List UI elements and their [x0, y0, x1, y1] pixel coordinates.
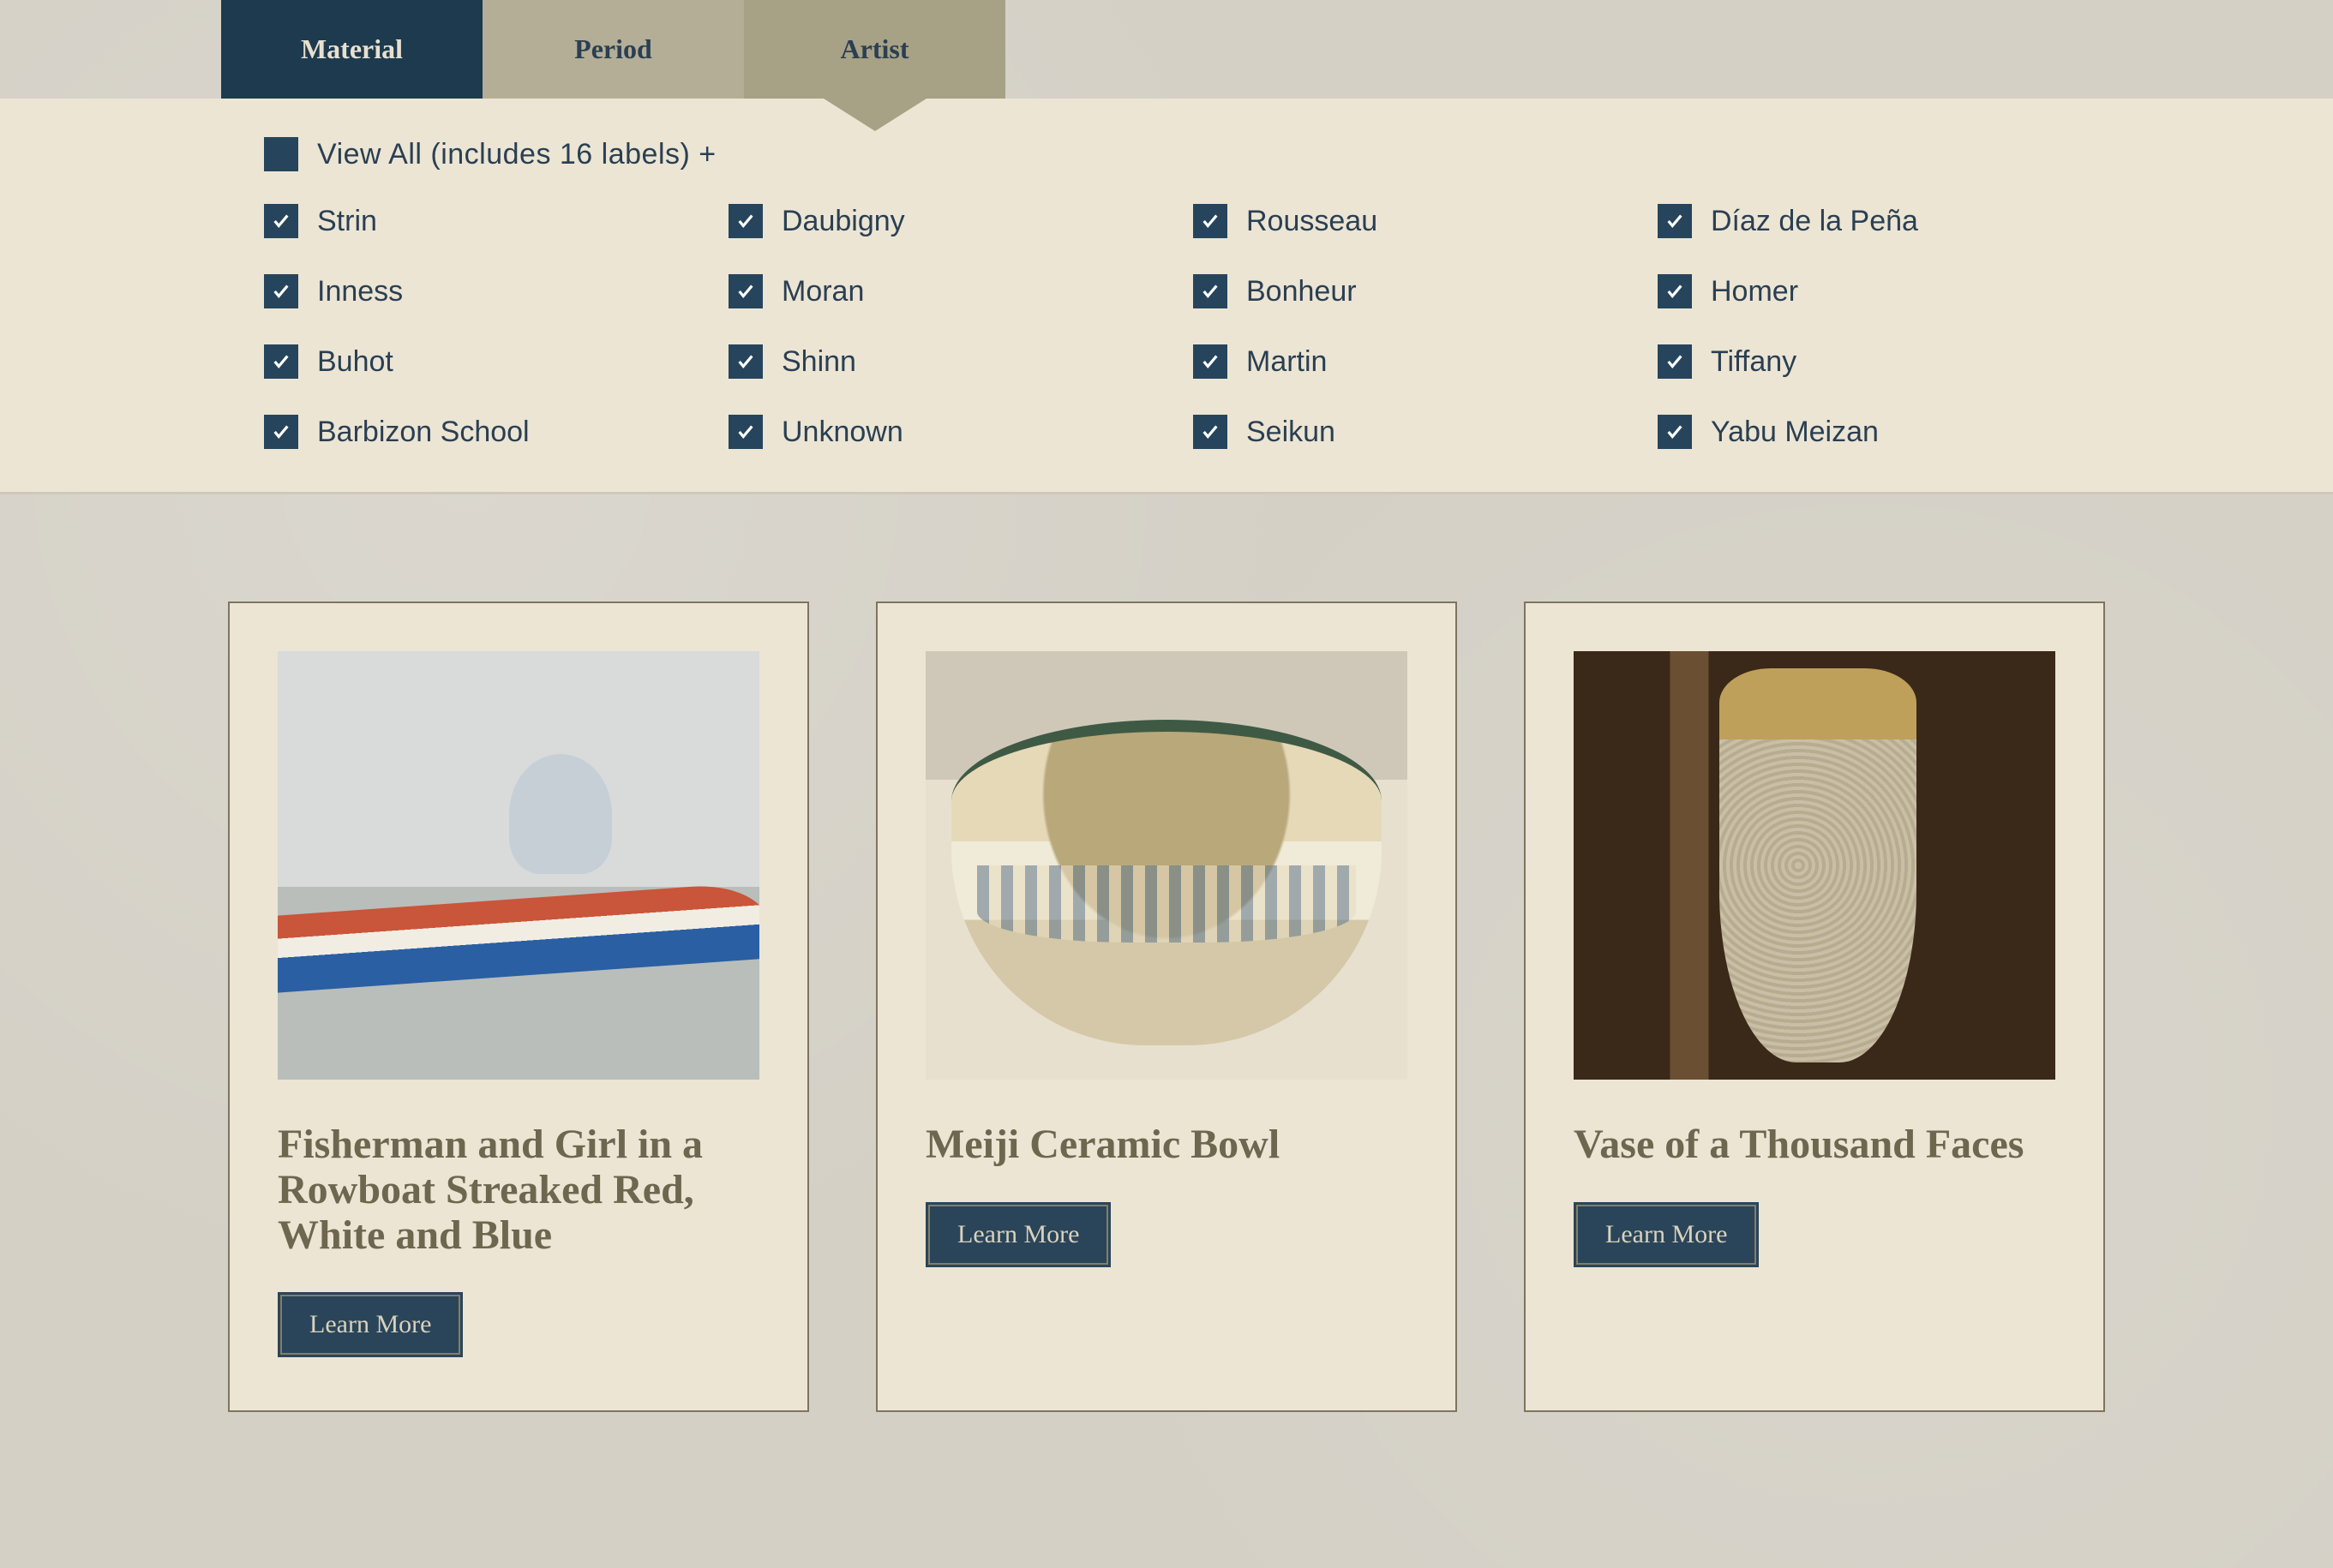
filter-item[interactable]: Strin: [264, 204, 694, 238]
filter-checkbox[interactable]: [264, 274, 298, 308]
filter-label: Barbizon School: [317, 416, 530, 449]
filter-checkbox[interactable]: [1193, 274, 1227, 308]
filter-item[interactable]: Unknown: [729, 415, 1159, 449]
filter-checkbox[interactable]: [1658, 274, 1692, 308]
filter-panel: View All (includes 16 labels) + Strin Dau…: [0, 99, 2333, 494]
filter-item[interactable]: Tiffany: [1658, 344, 2088, 379]
filter-tabs: Material Period Artist: [0, 0, 2333, 99]
collection-card: Meiji Ceramic Bowl Learn More: [876, 601, 1457, 1412]
button-label: Learn More: [957, 1220, 1079, 1249]
button-label: Learn More: [1605, 1220, 1727, 1249]
filter-label: Martin: [1246, 345, 1327, 379]
collection-card: Fisherman and Girl in a Rowboat Streaked…: [228, 601, 809, 1412]
filter-checkbox[interactable]: [264, 344, 298, 379]
cards-grid: Fisherman and Girl in a Rowboat Streaked…: [0, 494, 2333, 1412]
learn-more-button[interactable]: Learn More: [926, 1202, 1111, 1267]
learn-more-button[interactable]: Learn More: [1574, 1202, 1759, 1267]
filter-grid: Strin Daubigny Rousseau Díaz de la Peña Inne…: [264, 204, 2088, 449]
filter-checkbox[interactable]: [1658, 204, 1692, 238]
button-label: Learn More: [309, 1310, 431, 1339]
filter-label: Rousseau: [1246, 205, 1377, 238]
filter-checkbox[interactable]: [1193, 415, 1227, 449]
filter-item[interactable]: Rousseau: [1193, 204, 1623, 238]
filter-label: Buhot: [317, 345, 393, 379]
filter-label: Homer: [1711, 275, 1798, 308]
filter-item[interactable]: Díaz de la Peña: [1658, 204, 2088, 238]
filter-item[interactable]: Homer: [1658, 274, 2088, 308]
filter-label: Inness: [317, 275, 403, 308]
filter-label: Seikun: [1246, 416, 1335, 449]
filter-label: Strin: [317, 205, 377, 238]
filter-checkbox[interactable]: [729, 415, 763, 449]
filter-checkbox[interactable]: [1658, 415, 1692, 449]
filter-item[interactable]: Buhot: [264, 344, 694, 379]
filter-checkbox[interactable]: [1193, 204, 1227, 238]
view-all-checkbox[interactable]: [264, 137, 298, 171]
view-all-label: View All (includes 16 labels) +: [317, 138, 717, 171]
filter-label: Tiffany: [1711, 345, 1796, 379]
tab-period[interactable]: Period: [483, 0, 744, 99]
filter-item[interactable]: Daubigny: [729, 204, 1159, 238]
filter-label: Yabu Meizan: [1711, 416, 1879, 449]
filter-checkbox[interactable]: [729, 344, 763, 379]
card-image[interactable]: [926, 651, 1407, 1080]
tab-label: Artist: [841, 33, 909, 65]
filter-label: Daubigny: [782, 205, 905, 238]
filter-item[interactable]: Shinn: [729, 344, 1159, 379]
filter-checkbox[interactable]: [264, 415, 298, 449]
card-image[interactable]: [1574, 651, 2055, 1080]
filter-checkbox[interactable]: [264, 204, 298, 238]
filter-item[interactable]: Seikun: [1193, 415, 1623, 449]
learn-more-button[interactable]: Learn More: [278, 1292, 463, 1357]
tab-label: Material: [301, 33, 403, 65]
filter-label: Moran: [782, 275, 864, 308]
filter-checkbox[interactable]: [1658, 344, 1692, 379]
card-title: Meiji Ceramic Bowl: [926, 1122, 1407, 1168]
card-image[interactable]: [278, 651, 759, 1080]
tab-material[interactable]: Material: [221, 0, 483, 99]
filter-item[interactable]: Moran: [729, 274, 1159, 308]
filter-label: Díaz de la Peña: [1711, 205, 1918, 238]
filter-checkbox[interactable]: [1193, 344, 1227, 379]
card-title: Fisherman and Girl in a Rowboat Streaked…: [278, 1122, 759, 1258]
tab-label: Period: [574, 33, 652, 65]
filter-label: Unknown: [782, 416, 903, 449]
filter-label: Bonheur: [1246, 275, 1357, 308]
filter-item[interactable]: Yabu Meizan: [1658, 415, 2088, 449]
filter-item[interactable]: Martin: [1193, 344, 1623, 379]
card-title: Vase of a Thousand Faces: [1574, 1122, 2055, 1168]
filter-label: Shinn: [782, 345, 856, 379]
filter-checkbox[interactable]: [729, 274, 763, 308]
tab-artist[interactable]: Artist: [744, 0, 1005, 99]
filter-item[interactable]: Bonheur: [1193, 274, 1623, 308]
collection-card: Vase of a Thousand Faces Learn More: [1524, 601, 2105, 1412]
filter-checkbox[interactable]: [729, 204, 763, 238]
filter-item[interactable]: Inness: [264, 274, 694, 308]
view-all-row[interactable]: View All (includes 16 labels) +: [264, 137, 2088, 171]
filter-item[interactable]: Barbizon School: [264, 415, 694, 449]
